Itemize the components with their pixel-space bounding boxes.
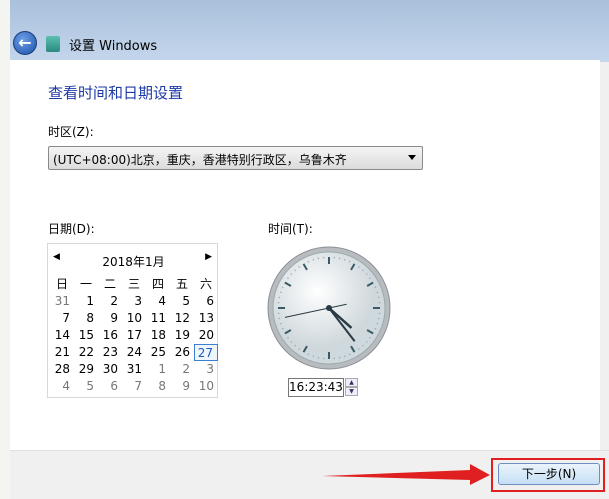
- clock-tick: [290, 273, 293, 275]
- clock-tick: [307, 260, 310, 263]
- clock-tick: [294, 344, 296, 347]
- calendar-day[interactable]: 10: [122, 310, 146, 327]
- calendar-day[interactable]: 12: [170, 310, 194, 327]
- calendar-day[interactable]: 8: [146, 378, 170, 395]
- calendar-day[interactable]: 1: [146, 361, 170, 378]
- timezone-value: (UTC+08:00)北京，重庆，香港特别行政区，乌鲁木齐: [53, 153, 347, 167]
- calendar-day[interactable]: 15: [74, 327, 98, 344]
- calendar-day[interactable]: 6: [98, 378, 122, 395]
- time-input[interactable]: 16:23:43: [288, 378, 344, 397]
- calendar-day[interactable]: 3: [194, 361, 218, 378]
- analog-clock: [267, 246, 391, 370]
- clock-tick: [365, 273, 368, 275]
- calendar-day[interactable]: 8: [74, 310, 98, 327]
- calendar-day[interactable]: 3: [122, 293, 146, 310]
- calendar-day[interactable]: 28: [50, 361, 74, 378]
- weekday-header: 二: [103, 277, 116, 291]
- calendar-day[interactable]: 4: [50, 378, 74, 395]
- calendar-month[interactable]: 2018年1月: [48, 253, 219, 270]
- clock-tick: [357, 348, 360, 351]
- calendar-day[interactable]: 18: [146, 327, 170, 344]
- calendar: ◀ 2018年1月 ▶ 日一二三四五六 31 1 2 3 4 5 6 7 8 9 10 11 12 13 14…: [47, 243, 218, 398]
- weekday-header: 一: [79, 277, 92, 291]
- timezone-select[interactable]: (UTC+08:00)北京，重庆，香港特别行政区，乌鲁木齐: [48, 146, 423, 170]
- calendar-day[interactable]: 4: [146, 293, 170, 310]
- clock-tick: [286, 336, 289, 339]
- calendar-day[interactable]: 9: [98, 310, 122, 327]
- back-button[interactable]: ←: [13, 31, 37, 55]
- clock-tick: [294, 269, 296, 272]
- date-label: 日期(D):: [48, 222, 95, 236]
- red-arrow-annotation: [322, 464, 490, 485]
- calendar-day[interactable]: 19: [170, 327, 194, 344]
- clock-tick: [281, 286, 284, 289]
- calendar-day[interactable]: 30: [98, 361, 122, 378]
- window-edge: [0, 0, 10, 499]
- clock-tick: [374, 327, 377, 330]
- calendar-day[interactable]: 11: [146, 310, 170, 327]
- time-spinner[interactable]: ▲ ▼: [345, 378, 358, 397]
- calendar-day[interactable]: 5: [74, 378, 98, 395]
- calendar-day[interactable]: 6: [194, 293, 218, 310]
- calendar-day[interactable]: 1: [74, 293, 98, 310]
- clock-tick: [357, 265, 360, 268]
- clock-tick: [286, 277, 289, 280]
- calendar-day[interactable]: 24: [122, 344, 146, 361]
- calendar-day[interactable]: 10: [194, 378, 218, 395]
- clock-tick: [290, 341, 293, 343]
- clock-tick: [307, 353, 310, 356]
- calendar-day[interactable]: 17: [122, 327, 146, 344]
- weekday-header: 三: [127, 277, 140, 291]
- setup-icon: [46, 36, 60, 52]
- clock-tick: [374, 286, 377, 289]
- clock-tick: [362, 344, 364, 347]
- calendar-day[interactable]: 14: [50, 327, 74, 344]
- clock-tick: [281, 327, 284, 330]
- next-month-icon[interactable]: ▶: [205, 252, 212, 262]
- clock-tick: [362, 269, 364, 272]
- calendar-day[interactable]: 23: [98, 344, 122, 361]
- calendar-day[interactable]: 7: [50, 310, 74, 327]
- weekday-header: 六: [199, 277, 212, 291]
- clock-tick: [365, 341, 368, 343]
- weekday-header: 四: [151, 277, 164, 291]
- clock-tick: [348, 260, 351, 263]
- calendar-day[interactable]: 2: [98, 293, 122, 310]
- spin-down-icon[interactable]: ▼: [345, 387, 358, 396]
- spin-up-icon[interactable]: ▲: [345, 378, 358, 387]
- calendar-day[interactable]: 29: [74, 361, 98, 378]
- calendar-grid: 日一二三四五六 31 1 2 3 4 5 6 7 8 9 10 11 12 13 14 15 16 17 18 19 20…: [50, 276, 218, 395]
- calendar-day[interactable]: 2: [170, 361, 194, 378]
- calendar-day[interactable]: 25: [146, 344, 170, 361]
- clock-tick: [369, 336, 372, 339]
- next-button[interactable]: 下一步(N): [498, 463, 600, 485]
- weekday-header: 日: [55, 277, 68, 291]
- calendar-day[interactable]: 13: [194, 310, 218, 327]
- calendar-day[interactable]: 22: [74, 344, 98, 361]
- clock-tick: [298, 265, 301, 268]
- weekday-header: 五: [175, 277, 188, 291]
- calendar-day[interactable]: 16: [98, 327, 122, 344]
- calendar-day[interactable]: 7: [122, 378, 146, 395]
- calendar-day[interactable]: 31: [122, 361, 146, 378]
- calendar-day[interactable]: 27: [194, 344, 218, 361]
- calendar-day[interactable]: 20: [194, 327, 218, 344]
- clock-tick: [298, 348, 301, 351]
- calendar-day[interactable]: 9: [170, 378, 194, 395]
- timezone-label: 时区(Z):: [48, 125, 94, 139]
- calendar-day[interactable]: 21: [50, 344, 74, 361]
- chevron-down-icon: [408, 155, 416, 160]
- page-title: 查看时间和日期设置: [48, 84, 184, 102]
- clock-tick: [369, 277, 372, 280]
- window-title: 设置 Windows: [69, 39, 158, 54]
- calendar-day[interactable]: 5: [170, 293, 194, 310]
- calendar-day[interactable]: 26: [170, 344, 194, 361]
- calendar-day[interactable]: 31: [50, 293, 74, 310]
- time-label: 时间(T):: [268, 222, 313, 236]
- clock-tick: [348, 353, 351, 356]
